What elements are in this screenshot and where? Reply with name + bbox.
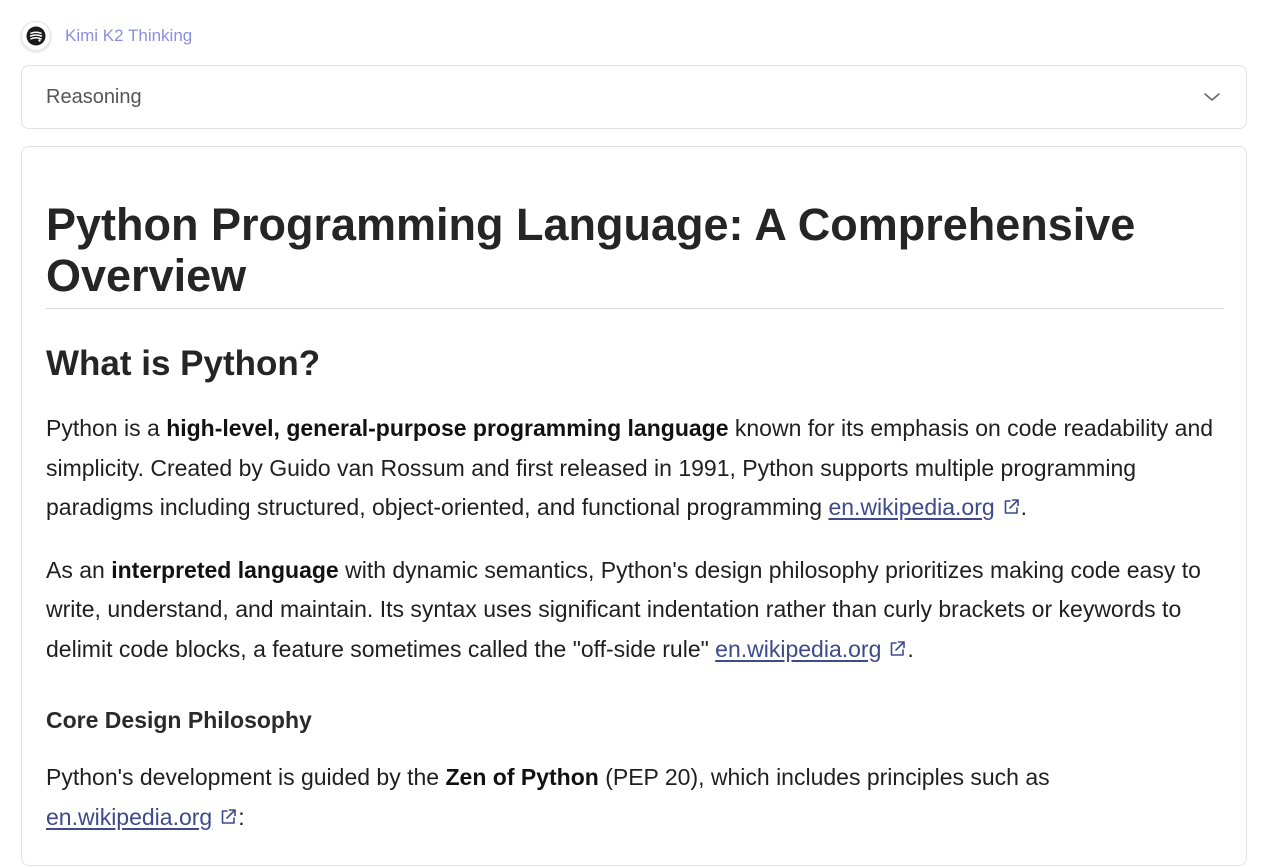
subheading: Core Design Philosophy xyxy=(46,707,312,733)
bold-text: high-level, general-purpose programming … xyxy=(166,415,729,441)
model-name: Kimi K2 Thinking xyxy=(65,26,193,45)
paragraph-intro: Python is a high-level, general-purpose … xyxy=(46,409,1216,528)
paragraph-text: (PEP 20), which includes principles such… xyxy=(598,764,1050,790)
punctuation: . xyxy=(1020,494,1028,520)
punctuation: : xyxy=(238,803,245,830)
article-title: Python Programming Language: A Comprehen… xyxy=(46,199,1224,309)
external-link-icon[interactable] xyxy=(218,807,238,827)
paragraph-text: Python's development is guided by the xyxy=(46,764,446,790)
message-header: Kimi K2 Thinking xyxy=(21,19,192,53)
external-link-icon[interactable] xyxy=(1001,497,1021,517)
reasoning-toggle[interactable]: Reasoning xyxy=(21,65,1247,129)
bold-text: Zen of Python xyxy=(445,764,599,790)
kimi-avatar[interactable] xyxy=(21,21,51,51)
bold-text: interpreted language xyxy=(111,556,339,583)
paragraph-zen: Python's development is guided by the Ze… xyxy=(46,758,1216,837)
source-link[interactable]: en.wikipedia.org xyxy=(828,494,994,520)
source-link[interactable]: en.wikipedia.org xyxy=(46,804,212,830)
kimi-logo-icon xyxy=(26,26,46,46)
paragraph-text: Python is a xyxy=(46,415,167,441)
chevron-down-icon[interactable] xyxy=(1202,87,1222,107)
paragraph-text: As an xyxy=(46,556,112,583)
source-link[interactable]: en.wikipedia.org xyxy=(715,636,881,662)
reasoning-label: Reasoning xyxy=(46,85,142,108)
section-heading: What is Python? xyxy=(46,344,321,383)
punctuation: . xyxy=(907,635,914,662)
paragraph-interpreted: As an interpreted language with dynamic … xyxy=(46,551,1216,670)
response-content: Python Programming Language: A Comprehen… xyxy=(21,146,1247,866)
external-link-icon[interactable] xyxy=(887,639,907,659)
